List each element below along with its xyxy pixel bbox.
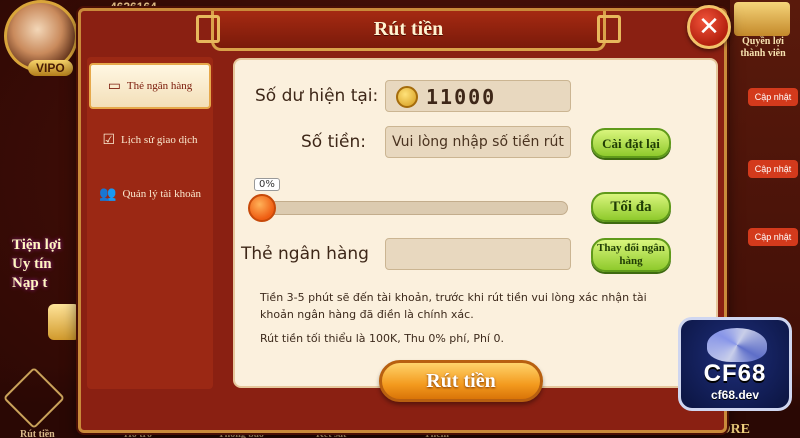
gift-icon[interactable] [734, 2, 790, 36]
users-icon: 👥 [99, 186, 117, 202]
balance-label: Số dư hiện tại: [255, 86, 379, 106]
change-bank-button[interactable]: Thay đổi ngân hàng [591, 238, 671, 272]
logo-text: CF68 [703, 360, 767, 387]
notice-line: Tiền 3-5 phút sẽ đến tài khoản, trước kh… [260, 291, 647, 304]
modal-title-bar: Rút tiền [196, 11, 621, 51]
amount-label: Số tiền: [301, 132, 366, 152]
member-benefits-label[interactable]: Quyền lợi thành viên [730, 36, 796, 60]
tab-label: Quản lý tài khoản [122, 188, 201, 200]
withdraw-form: Số dư hiện tại: 11000 Số tiền: Cài đặt l… [233, 58, 718, 402]
update-badge[interactable]: Cập nhật [748, 88, 798, 106]
tab-transaction-history[interactable]: ☑ Lịch sử giao dịch [89, 117, 211, 163]
amount-input[interactable] [386, 127, 570, 157]
bank-card-field[interactable] [385, 238, 571, 270]
close-button[interactable]: ✕ [687, 5, 731, 49]
promo-line: Uy tín [12, 256, 52, 272]
vip-badge: VIPO [28, 60, 73, 76]
promo-line: Nạp t [12, 275, 48, 291]
tab-bank-card[interactable]: ▭ Thẻ ngân hàng [89, 63, 211, 109]
logo-domain: cf68.dev [710, 388, 760, 402]
title-ornament-right [597, 15, 621, 43]
modal-title: Rút tiền [373, 18, 444, 40]
update-badge[interactable]: Cập nhật [748, 228, 798, 246]
reset-button[interactable]: Cài đặt lại [591, 128, 671, 158]
amount-slider-handle[interactable] [248, 194, 276, 222]
withdraw-modal: Rút tiền ✕ ▭ Thẻ ngân hàng ☑ Lịch sử gia… [78, 5, 731, 433]
withdraw-submit-button[interactable]: Rút tiền [379, 360, 543, 402]
amount-field [385, 126, 571, 158]
logo-emblem-icon [707, 328, 767, 362]
site-logo: CF68 cf68.dev [678, 317, 792, 411]
history-icon: ☑ [102, 132, 116, 148]
max-button[interactable]: Tối đa [591, 192, 671, 222]
promo-button[interactable] [48, 304, 80, 340]
notice-minimum: Rút tiền tối thiểu là 100K, Thu 0% phí, … [260, 332, 504, 345]
tab-account-management[interactable]: 👥 Quản lý tài khoản [89, 171, 211, 217]
update-badge[interactable]: Cập nhật [748, 160, 798, 178]
balance-field: 11000 [385, 80, 571, 112]
balance-value: 11000 [426, 85, 497, 109]
close-icon: ✕ [698, 12, 720, 42]
card-icon: ▭ [107, 78, 121, 94]
nav-withdraw[interactable]: Rút tiền [20, 429, 55, 438]
title-ornament-left [196, 15, 220, 43]
coin-icon [396, 86, 418, 108]
notice-line: khoản ngân hàng đã điền là chính xác. [260, 308, 474, 321]
tab-sidebar: ▭ Thẻ ngân hàng ☑ Lịch sử giao dịch 👥 Qu… [87, 57, 213, 389]
promo-line: Tiện lợi [12, 237, 62, 253]
amount-slider-track[interactable] [250, 201, 568, 215]
bank-card-label: Thẻ ngân hàng [241, 244, 369, 264]
slider-percent-label: 0% [254, 178, 280, 191]
tab-label: Thẻ ngân hàng [126, 80, 193, 92]
tab-label: Lịch sử giao dịch [121, 134, 198, 146]
